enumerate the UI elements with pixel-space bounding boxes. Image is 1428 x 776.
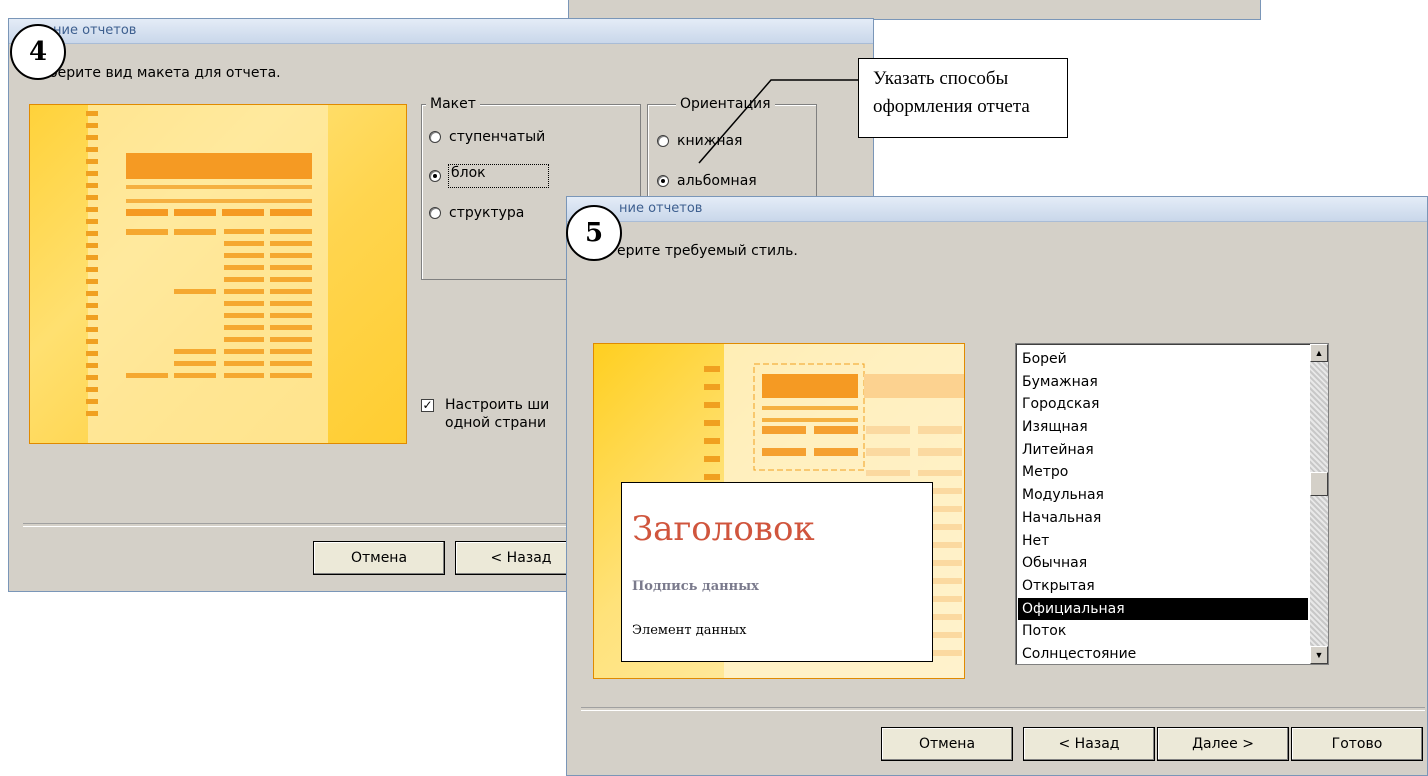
- style-list-item[interactable]: Литейная: [1018, 439, 1308, 462]
- callout-box: Указать способы оформления отчета: [858, 58, 1068, 138]
- finish-button[interactable]: Готово: [1291, 727, 1423, 761]
- preview-heading: Заголовок: [632, 509, 815, 549]
- style-prompt: ерите требуемый стиль.: [617, 243, 798, 259]
- title-bar: ние отчетов: [567, 197, 1427, 222]
- style-list-item[interactable]: Борей: [1018, 348, 1308, 371]
- style-list-item[interactable]: Городская: [1018, 393, 1308, 416]
- callout-text-line2: оформления отчета: [873, 96, 1030, 117]
- scroll-up-icon[interactable]: ▲: [1310, 344, 1328, 362]
- style-list-item[interactable]: Солнцестояние: [1018, 643, 1308, 664]
- back-button[interactable]: < Назад: [1023, 727, 1155, 761]
- next-button[interactable]: Далее >: [1157, 727, 1289, 761]
- style-listbox[interactable]: Борей Бумажная Городская Изящная Литейная Мет…: [1015, 343, 1329, 665]
- style-preview-image: Заголовок Подпись данных Элемент данных: [593, 343, 965, 679]
- style-list-item[interactable]: Бумажная: [1018, 371, 1308, 394]
- preview-caption: Подпись данных: [632, 579, 759, 594]
- style-list-item[interactable]: Открытая: [1018, 575, 1308, 598]
- style-list-item[interactable]: Метро: [1018, 461, 1308, 484]
- preview-element: Элемент данных: [632, 623, 747, 638]
- style-list-item[interactable]: Изящная: [1018, 416, 1308, 439]
- style-list-item[interactable]: Начальная: [1018, 507, 1308, 530]
- style-list-item[interactable]: Поток: [1018, 620, 1308, 643]
- scroll-down-icon[interactable]: ▼: [1310, 646, 1328, 664]
- separator: [581, 707, 1425, 711]
- window-title: ние отчетов: [619, 201, 703, 216]
- cancel-button[interactable]: Отмена: [881, 727, 1013, 761]
- style-list-items: Борей Бумажная Городская Изящная Литейная Мет…: [1018, 348, 1308, 664]
- callout-text-line1: Указать способы: [873, 68, 1009, 89]
- report-wizard-style-dialog: ние отчетов ерите требуемый стиль. Загол…: [566, 196, 1428, 776]
- style-list-item[interactable]: Нет: [1018, 530, 1308, 553]
- step-badge-5: 5: [566, 205, 622, 261]
- preview-sample-card: Заголовок Подпись данных Элемент данных: [621, 482, 933, 662]
- style-list-item[interactable]: Модульная: [1018, 484, 1308, 507]
- style-list-item[interactable]: Официальная: [1018, 597, 1308, 621]
- scroll-thumb[interactable]: [1310, 472, 1328, 496]
- style-list-scrollbar[interactable]: ▲ ▼: [1310, 344, 1328, 664]
- style-list-item[interactable]: Обычная: [1018, 552, 1308, 575]
